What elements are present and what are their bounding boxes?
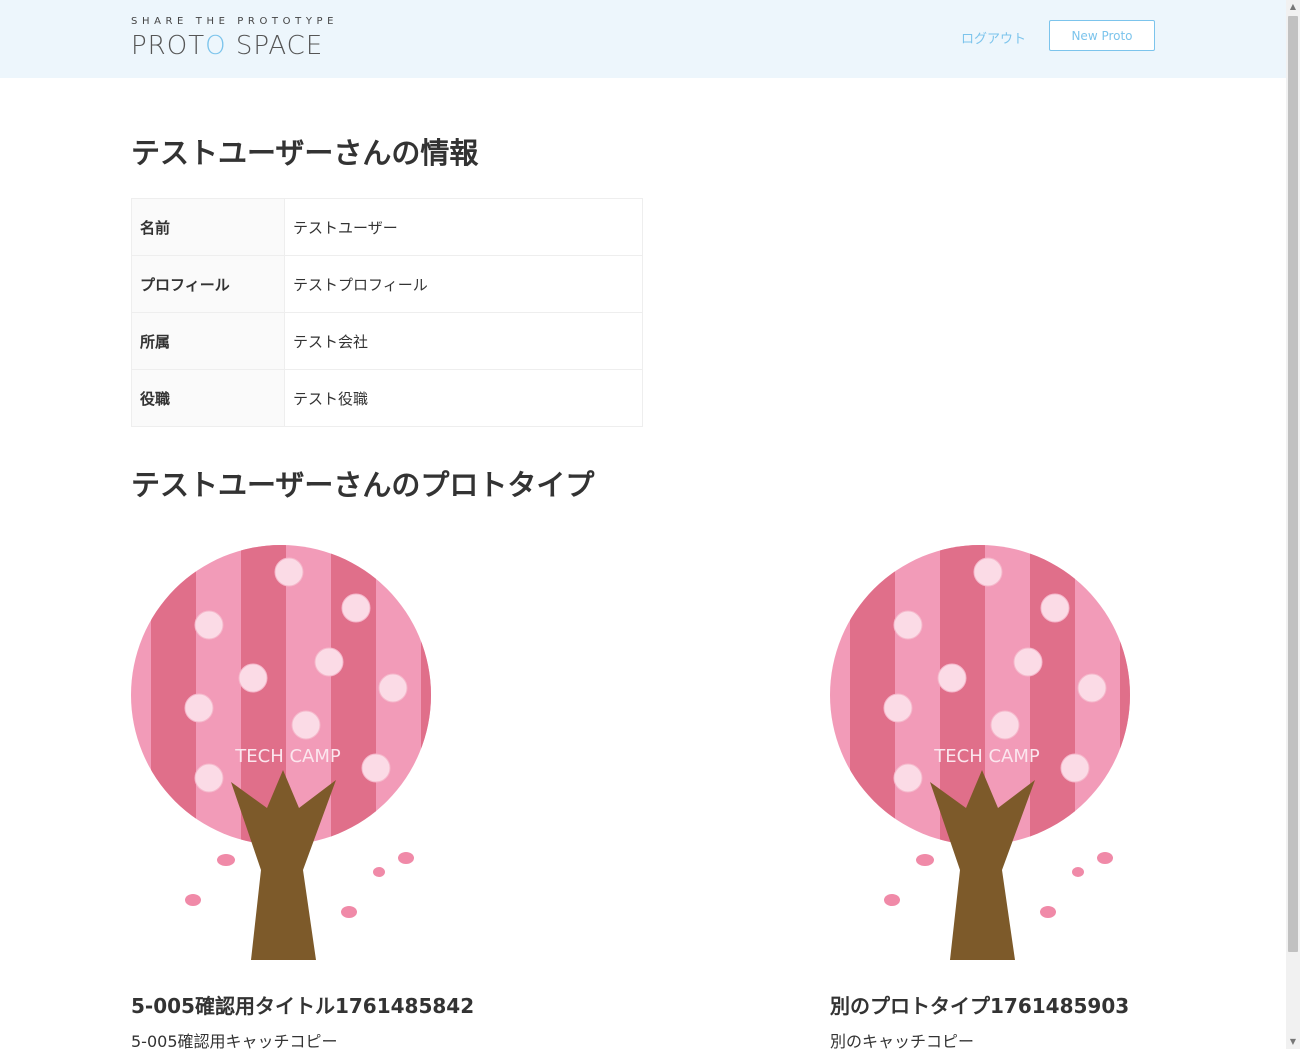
prototype-image-link[interactable]: TECH CAMP (830, 545, 1150, 974)
scrollbar-thumb[interactable] (1288, 16, 1298, 952)
row-value: テスト会社 (284, 312, 643, 370)
scroll-up-icon[interactable]: ▲ (1286, 0, 1300, 14)
image-watermark: TECH CAMP (234, 746, 341, 767)
vertical-scrollbar[interactable]: ▲ ▼ (1286, 0, 1300, 1049)
row-value: テスト役職 (284, 369, 643, 427)
table-row: 名前 テストユーザー (131, 198, 643, 256)
user-info-table: 名前 テストユーザー プロフィール テストプロフィール 所属 テスト会社 役職 … (131, 198, 643, 427)
table-row: 役職 テスト役職 (131, 369, 643, 427)
prototype-catch-copy: 別のキャッチコピー (830, 1032, 975, 1049)
user-info-heading: テストユーザーさんの情報 (131, 136, 479, 170)
prototype-title[interactable]: 5-005確認用タイトル1761485842 (131, 990, 474, 1019)
row-value: テストユーザー (284, 198, 643, 256)
logout-link[interactable]: ログアウト (961, 28, 1026, 47)
logo-wordmark: PROTO SPACE (131, 31, 338, 61)
row-value: テストプロフィール (284, 255, 643, 313)
row-label: 名前 (131, 198, 285, 256)
prototype-card: TECH CAMP 別のプロトタイプ1761485903 別のキャッチコピー (830, 530, 1160, 1049)
row-label: プロフィール (131, 255, 285, 313)
page: SHARE THE PROTOTYPE PROTO SPACE ログアウト Ne… (0, 0, 1286, 1049)
logo-o: O (205, 31, 227, 61)
prototype-image: TECH CAMP (131, 545, 431, 960)
prototype-title[interactable]: 別のプロトタイプ1761485903 (830, 990, 1129, 1019)
prototype-catch-copy: 5-005確認用キャッチコピー (131, 1032, 338, 1049)
prototypes-heading: テストユーザーさんのプロトタイプ (131, 468, 595, 502)
prototype-card: TECH CAMP 5-005確認用タイトル1761485842 5-005確認… (131, 530, 474, 1049)
scroll-down-icon[interactable]: ▼ (1286, 1035, 1300, 1049)
image-watermark: TECH CAMP (933, 746, 1040, 767)
row-label: 役職 (131, 369, 285, 427)
logo[interactable]: SHARE THE PROTOTYPE PROTO SPACE (131, 16, 338, 61)
new-proto-button[interactable]: New Proto (1049, 20, 1155, 51)
prototype-image-link[interactable]: TECH CAMP (131, 545, 451, 974)
site-header: SHARE THE PROTOTYPE PROTO SPACE ログアウト Ne… (0, 0, 1286, 78)
table-row: プロフィール テストプロフィール (131, 255, 643, 313)
logo-tagline: SHARE THE PROTOTYPE (131, 16, 339, 27)
logo-space: SPACE (226, 31, 324, 61)
prototype-image: TECH CAMP (830, 545, 1130, 960)
table-row: 所属 テスト会社 (131, 312, 643, 370)
logo-proto: PROT (131, 31, 206, 61)
row-label: 所属 (131, 312, 285, 370)
